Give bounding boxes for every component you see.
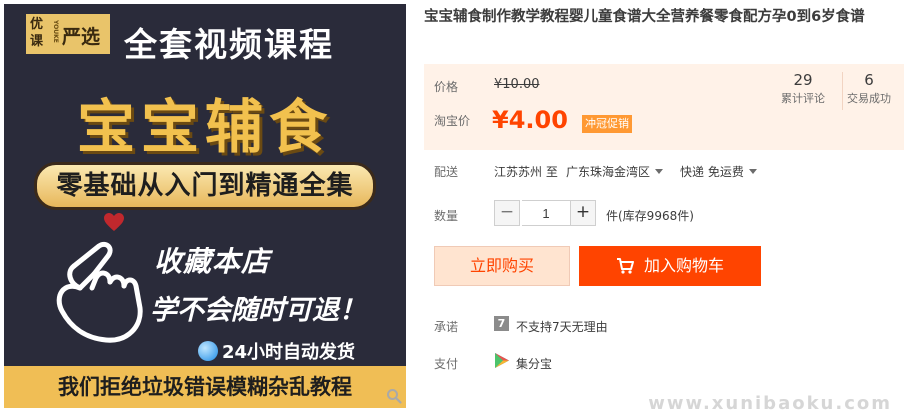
quantity-stepper: − + — [494, 200, 598, 226]
price-label: 价格 — [434, 80, 459, 94]
brand-yanxuan-text: 严选 — [62, 26, 101, 48]
payment-label: 支付 — [434, 357, 459, 371]
buy-now-button[interactable]: 立即购买 — [434, 246, 570, 286]
brand-youke-en-text: YOUKE — [52, 20, 59, 43]
reviews-label: 累计评论 — [781, 92, 825, 105]
delivery-from: 江苏苏州 至 — [494, 165, 558, 179]
quantity-decrease-button[interactable]: − — [494, 200, 520, 226]
payment-text: 集分宝 — [516, 357, 553, 371]
watermark: www.xunibaoku.com — [648, 393, 892, 414]
delivery-destination-select[interactable]: 广东珠海金湾区 — [566, 163, 664, 180]
price-panel: 价格 ¥10.00 淘宝价 ¥4.00 冲冠促销 29 累计评论 6 交易成功 — [424, 64, 904, 150]
promise-text[interactable]: 不支持7天无理由 — [516, 318, 608, 335]
sales-stat: 6 交易成功 — [838, 70, 900, 108]
jifenbao-icon — [495, 353, 509, 368]
image-refund-text: 学不会随时可退！ — [150, 295, 366, 326]
image-sub-banner: 零基础从入门到精通全集 — [34, 162, 376, 210]
quantity-increase-button[interactable]: + — [570, 200, 596, 226]
sales-label: 交易成功 — [847, 92, 891, 105]
qq-bubble-icon — [198, 341, 218, 361]
brand-youke-text: 优课 — [30, 17, 44, 49]
chevron-down-icon — [748, 169, 757, 174]
add-to-cart-button[interactable]: 加入购物车 — [579, 246, 761, 286]
chevron-down-icon — [655, 169, 664, 174]
promo-tag: 冲冠促销 — [582, 115, 632, 133]
original-price: ¥10.00 — [494, 77, 540, 92]
stock-text: 件(库存9968件) — [606, 209, 694, 223]
no-7day-return-icon: 7 — [494, 316, 509, 331]
delivery-method-select[interactable]: 快递 免运费 — [680, 163, 757, 180]
reviews-stat[interactable]: 29 累计评论 — [772, 70, 834, 108]
finger-heart-hand-icon — [56, 241, 143, 343]
add-to-cart-label: 加入购物车 — [643, 256, 724, 275]
product-title: 宝宝辅食制作教学教程婴儿童食谱大全营养餐零食配方孕0到6岁食谱 — [424, 9, 865, 25]
reviews-count: 29 — [793, 71, 813, 89]
sales-count: 6 — [864, 71, 874, 89]
cart-icon — [616, 258, 634, 274]
image-auto-ship-text: 24小时自动发货 — [222, 342, 356, 363]
image-store-favorite-text: 收藏本店 — [154, 245, 271, 278]
quantity-input[interactable] — [522, 200, 570, 226]
tb-price-label: 淘宝价 — [434, 114, 471, 128]
image-headline: 全套视频课程 — [124, 25, 334, 64]
promise-label: 承诺 — [434, 320, 459, 334]
quantity-label: 数量 — [434, 209, 459, 223]
image-bottom-banner: 我们拒绝垃圾错误模糊杂乱教程 — [4, 366, 406, 408]
tb-price: ¥4.00 — [492, 106, 568, 134]
delivery-destination: 广东珠海金湾区 — [566, 165, 651, 179]
brand-badge: 优课 YOUKE 严选 — [26, 14, 110, 54]
product-main-image[interactable]: 优课 YOUKE 严选 全套视频课程 宝宝辅食 零基础从入门到精通全集 收藏本店… — [4, 4, 406, 408]
delivery-method: 快递 免运费 — [680, 165, 744, 179]
image-main-title: 宝宝辅食 — [76, 93, 333, 161]
zoom-icon[interactable] — [386, 388, 402, 404]
delivery-label: 配送 — [434, 165, 459, 179]
